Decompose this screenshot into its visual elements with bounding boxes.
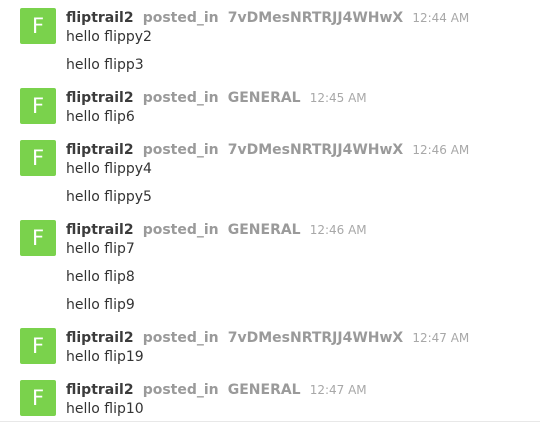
timestamp: 12:47 AM	[309, 383, 367, 397]
message-header: fliptrail2 posted_in 7vDMesNRTRJJ4WHwX 1…	[66, 140, 469, 158]
channel-name[interactable]: 7vDMesNRTRJJ4WHwX	[228, 10, 404, 26]
channel-name[interactable]: 7vDMesNRTRJJ4WHwX	[228, 330, 404, 346]
avatar[interactable]: F	[20, 8, 56, 44]
channel-name[interactable]: GENERAL	[228, 222, 301, 238]
avatar[interactable]: F	[20, 88, 56, 124]
message-text: hello flippy5	[66, 189, 152, 205]
message-text: hello flippy2	[66, 29, 152, 45]
avatar[interactable]: F	[20, 328, 56, 364]
posted-in-label: posted_in	[142, 142, 219, 158]
username[interactable]: fliptrail2	[66, 10, 134, 26]
message-text: hello flippy4	[66, 161, 152, 177]
message-text: hello flip6	[66, 109, 135, 125]
posted-in-label: posted_in	[142, 382, 219, 398]
timestamp: 12:45 AM	[309, 91, 367, 105]
posted-in-label: posted_in	[142, 330, 219, 346]
posted-in-label: posted_in	[142, 90, 219, 106]
message-header: fliptrail2 posted_in GENERAL 12:47 AM	[66, 380, 367, 398]
divider	[0, 421, 540, 422]
avatar[interactable]: F	[20, 380, 56, 416]
username[interactable]: fliptrail2	[66, 222, 134, 238]
message-header: fliptrail2 posted_in 7vDMesNRTRJJ4WHwX 1…	[66, 328, 469, 346]
timestamp: 12:46 AM	[412, 143, 470, 157]
username[interactable]: fliptrail2	[66, 142, 134, 158]
username[interactable]: fliptrail2	[66, 90, 134, 106]
username[interactable]: fliptrail2	[66, 330, 134, 346]
username[interactable]: fliptrail2	[66, 382, 134, 398]
timestamp: 12:46 AM	[309, 223, 367, 237]
avatar[interactable]: F	[20, 140, 56, 176]
message-header: fliptrail2 posted_in 7vDMesNRTRJJ4WHwX 1…	[66, 8, 469, 26]
channel-name[interactable]: GENERAL	[228, 90, 301, 106]
message-header: fliptrail2 posted_in GENERAL 12:46 AM	[66, 220, 367, 238]
timestamp: 12:47 AM	[412, 331, 470, 345]
message-header: fliptrail2 posted_in GENERAL 12:45 AM	[66, 88, 367, 106]
message-text: hello flip10	[66, 401, 144, 417]
channel-name[interactable]: GENERAL	[228, 382, 301, 398]
message-text: hello flip9	[66, 297, 135, 313]
posted-in-label: posted_in	[142, 222, 219, 238]
message-text: hello flip7	[66, 241, 135, 257]
message-feed: F fliptrail2 posted_in 7vDMesNRTRJJ4WHwX…	[0, 0, 556, 424]
timestamp: 12:44 AM	[412, 11, 470, 25]
channel-name[interactable]: 7vDMesNRTRJJ4WHwX	[228, 142, 404, 158]
avatar[interactable]: F	[20, 220, 56, 256]
message-text: hello flip19	[66, 349, 144, 365]
posted-in-label: posted_in	[142, 10, 219, 26]
message-text: hello flip8	[66, 269, 135, 285]
message-text: hello flipp3	[66, 57, 144, 73]
